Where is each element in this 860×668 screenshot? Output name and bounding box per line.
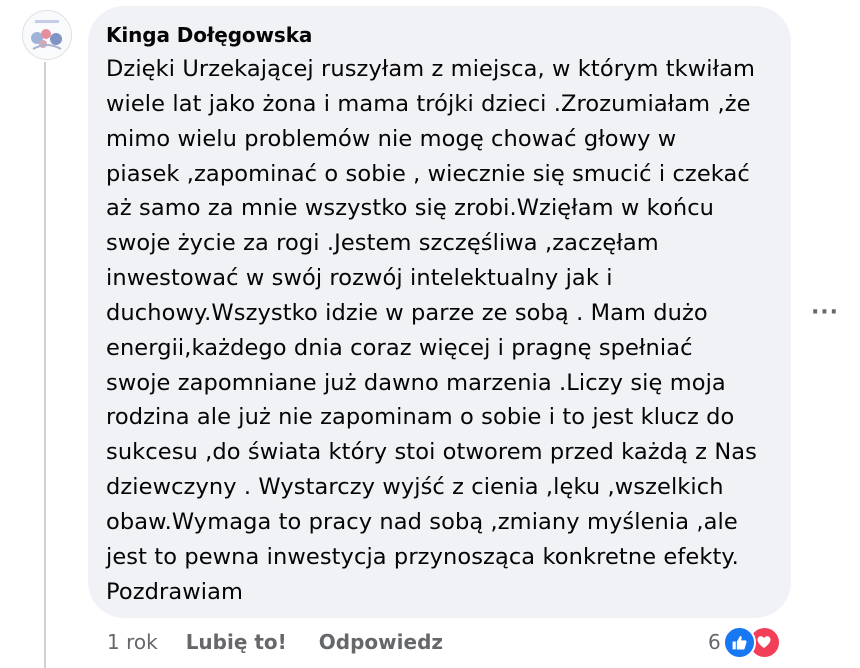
more-options-button[interactable]: ··· bbox=[808, 297, 842, 327]
avatar-image bbox=[23, 11, 71, 59]
avatar[interactable] bbox=[22, 10, 72, 60]
comment-bubble: Kinga Dołęgowska Dzięki Urzekającej rusz… bbox=[88, 6, 791, 618]
comment-text: Dzięki Urzekającej ruszyłam z miejsca, w… bbox=[106, 56, 757, 605]
comment-timestamp[interactable]: 1 rok bbox=[107, 630, 158, 654]
like-icon bbox=[722, 625, 756, 659]
like-button[interactable]: Lubię to! bbox=[186, 630, 287, 654]
thread-line bbox=[44, 62, 46, 668]
reaction-count: 6 bbox=[708, 630, 721, 654]
reactions-summary[interactable]: 6 bbox=[708, 625, 781, 659]
reply-button[interactable]: Odpowiedz bbox=[319, 630, 443, 654]
comment-author[interactable]: Kinga Dołęgowska bbox=[106, 20, 771, 50]
comment-actions: 1 rok Lubię to! Odpowiedz bbox=[107, 627, 443, 657]
